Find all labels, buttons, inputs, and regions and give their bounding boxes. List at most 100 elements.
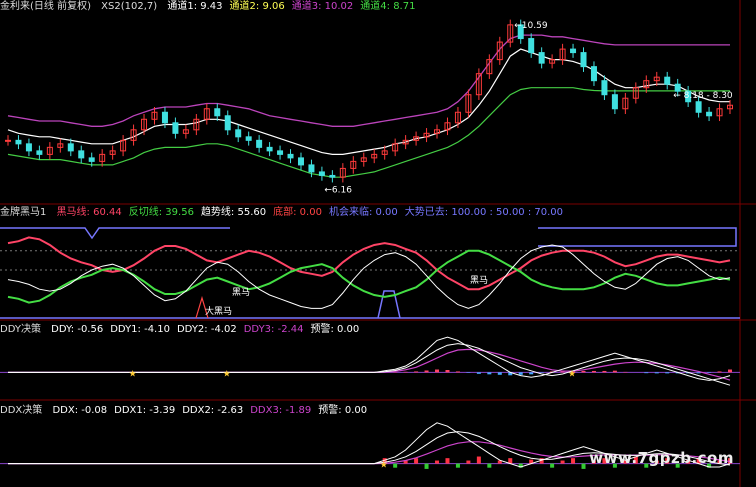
candle-body [78,150,85,159]
ddx-bar [435,460,440,464]
horse-legend-item: 大势已去: 100.00 : 50.00 : 70.00 [404,207,564,218]
candle-body [674,83,681,92]
candle-body [161,111,168,124]
ddy-bar [591,370,596,373]
ddx-bar [581,463,586,469]
candle-body [214,108,221,117]
candle-body [5,139,11,142]
warning-star: ★ [568,369,576,379]
warning-star: ★ [223,369,231,379]
indicator-params: XS2(102,7) [101,1,158,12]
candle-body [297,157,304,166]
stock-title: 金利来(日线 前复权) [0,1,91,12]
candle-body [277,150,284,155]
candle-body [15,139,22,145]
ddy-bar [424,370,429,373]
candle-body [287,153,294,159]
main-legend-item: 通道1: 9.43 [167,1,223,12]
ddy-bar [728,369,732,373]
candle-body [590,66,597,82]
candle-body [580,52,587,68]
ddy-legend-item: DDY2: -4.02 [176,324,237,335]
dark-horse-label: 黑马 [232,287,250,298]
horse-legend: 黑马线: 60.44 反切线: 39.56 趋势线: 55.60 底部: 0.00 机会… [57,207,570,218]
ddy-legend-item: DDY: -0.56 [51,324,104,335]
candle-body [256,139,263,148]
ddx-title: DDX决策 [0,405,43,416]
ddx-panel-header: DDX决策 DDX: -0.08 DDX1: -3.39 DDX2: -2.63 DD… [0,404,381,417]
ddx-legend-item: 预警: 0.00 [318,405,368,416]
horse-legend-item: 反切线: 39.56 [128,207,194,218]
high-price-label: ←10.59 [514,21,548,31]
warning-star: ★ [380,461,388,471]
candle-body [318,171,325,176]
candle-body [611,94,618,110]
ddy-bar [518,372,523,375]
ddy-bar [435,369,440,373]
last-price-label: ← 8.18 - 8.30 [673,91,733,101]
ddy-bar [487,372,492,375]
horse-panel-header: 金牌黑马1 黑马线: 60.44 反切线: 39.56 趋势线: 55.60 底部: … [0,206,577,219]
main-legend-item: 通道2: 9.06 [229,1,285,12]
candle-body [664,76,671,85]
ddx-bar [445,458,450,464]
candle-body [538,52,545,64]
candle-body [224,115,231,131]
candle-body [266,146,273,152]
candle-body [308,164,315,173]
ddx-bar [393,463,398,468]
candle-body [67,143,74,152]
main-legend-item: 通道4: 8.71 [360,1,416,12]
ddx-legend: DDX: -0.08 DDX1: -3.39 DDX2: -2.63 DDX3: -1… [52,405,374,416]
ddx-bar [414,458,419,464]
ddy-bar [696,372,701,374]
ddy-bar [529,372,534,375]
candle-body [706,111,713,117]
ddy-bar [403,371,408,373]
candle-body [245,136,252,141]
ddy-panel-header: DDY决策 DDY: -0.56 DDY1: -4.10 DDY2: -4.02 DD… [0,323,373,336]
horse-legend-item: 底部: 0.00 [273,207,322,218]
candle-body [329,174,336,178]
ddy-legend-item: DDY1: -4.10 [110,324,170,335]
ddx-legend-item: DDX1: -3.39 [114,405,176,416]
ddx-bar [487,463,492,468]
warning-star: ★ [129,369,137,379]
ddy-bar [497,372,502,375]
horse-title: 金牌黑马1 [0,207,47,218]
low-price-label: ←6.16 [324,185,352,195]
candle-body [695,101,702,113]
watermark: www.7gpzb.com [589,449,734,467]
ddy-bar [602,370,607,373]
ddx-legend-item: DDX3: -1.89 [250,405,312,416]
ddy-bar [665,372,670,374]
ddy-bar [445,370,450,373]
ddy-bar [581,370,586,373]
horse-legend-item: 机会来临: 0.00 [328,207,398,218]
ddx-bar [571,458,576,464]
candle-body [235,129,242,138]
main-legend: 通道1: 9.43 通道2: 9.06 通道3: 10.02 通道4: 8.71 [167,1,422,12]
candle-body [172,122,179,134]
ddy-bar [476,372,481,374]
ddy-legend-item: DDY3: -2.44 [243,324,304,335]
main-legend-item: 通道3: 10.02 [291,1,354,12]
ddy-legend: DDY: -0.56 DDY1: -4.10 DDY2: -4.02 DDY3: -2… [51,324,366,335]
ddy-bar [612,370,617,373]
candle-body [88,157,95,162]
big-horse-label: 大黑马 [205,305,232,317]
ddx-bar [424,463,429,469]
ddx-bar [455,463,460,468]
ddy-bar [717,371,722,373]
candle-body [528,38,535,54]
horse-legend-item: 趋势线: 55.60 [200,207,267,218]
ddy-bar [644,372,649,374]
ddy-bar [654,372,659,374]
candle-body [570,48,577,54]
ddx-legend-item: DDX2: -2.63 [182,405,244,416]
ddx-bar [560,460,565,464]
ddx-bar [466,460,471,464]
candle-body [25,143,32,152]
ddy-legend-item: 预警: 0.00 [310,324,360,335]
ddy-title: DDY决策 [0,324,41,335]
